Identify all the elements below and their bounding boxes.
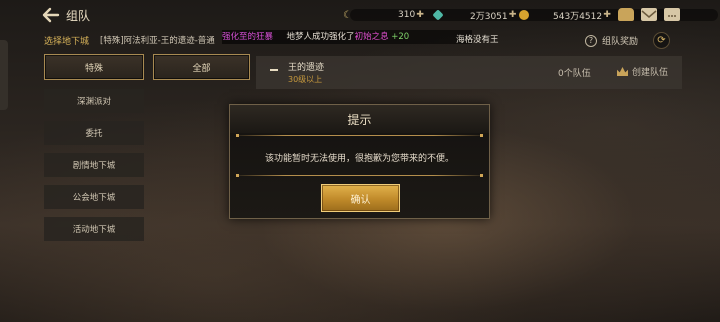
notice-dialog: 提示 该功能暂时无法使用，很抱歉为您带来的不便。 确认 [229, 104, 490, 219]
dialog-divider-bottom [236, 174, 483, 177]
dialog-divider-top [236, 134, 483, 137]
dialog-title: 提示 [347, 113, 372, 127]
dialog-message: 该功能暂时无法使用，很抱歉为您带来的不便。 [264, 154, 454, 164]
confirm-button[interactable]: 确认 [321, 184, 400, 212]
